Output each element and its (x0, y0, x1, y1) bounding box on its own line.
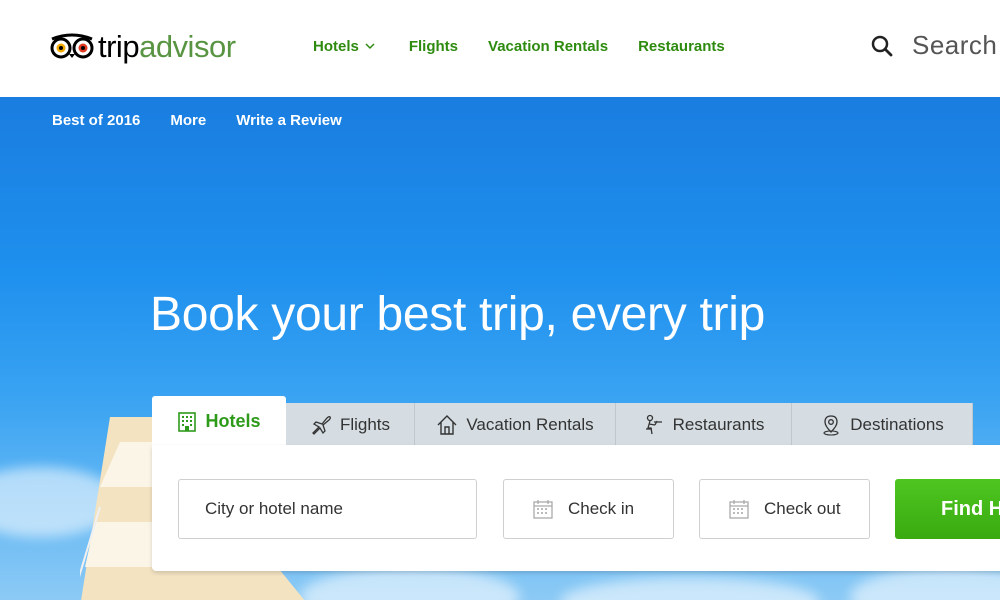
nav-vacation-rentals[interactable]: Vacation Rentals (488, 38, 608, 55)
nav-hotels-label: Hotels (313, 38, 359, 55)
header-search[interactable]: Search (870, 30, 997, 61)
tab-flights-label: Flights (339, 415, 391, 434)
booking-panel: City or hotel name Check in Check out Fi… (152, 445, 1000, 571)
checkout-placeholder: Check out (764, 499, 841, 518)
restaurant-waiter-icon (643, 414, 665, 436)
logo-wordmark: tripadvisor (98, 31, 236, 62)
tripadvisor-logo[interactable]: tripadvisor (50, 26, 236, 66)
hero-headline: Book your best trip, every trip (150, 288, 765, 341)
owl-eyes-icon (50, 33, 94, 59)
airplane-icon (310, 414, 332, 436)
city-input-placeholder: City or hotel name (205, 499, 343, 518)
search-icon (871, 35, 893, 56)
find-hotels-button[interactable]: Find H (895, 479, 1000, 539)
chevron-down-icon (365, 43, 375, 50)
tab-vacation-rentals[interactable]: Vacation Rentals (415, 403, 616, 447)
checkin-field[interactable]: Check in (503, 479, 674, 539)
main-nav: Hotels Flights Vacation Rentals Restaura… (313, 38, 725, 55)
search-label: Search (912, 30, 998, 60)
subnav-write-review[interactable]: Write a Review (236, 112, 342, 129)
checkout-field[interactable]: Check out (699, 479, 870, 539)
house-icon (436, 414, 458, 436)
sub-nav: Best of 2016 More Write a Review (52, 112, 342, 129)
hotel-building-icon (177, 411, 197, 432)
top-header: tripadvisor Hotels Flights Vacation Rent… (0, 0, 1000, 97)
tab-restaurants-label: Restaurants (672, 415, 765, 434)
nav-flights[interactable]: Flights (409, 38, 458, 55)
cloud-decoration (560, 577, 820, 600)
tab-restaurants[interactable]: Restaurants (616, 403, 792, 447)
tab-destinations-label: Destinations (850, 415, 944, 434)
nav-hotels[interactable]: Hotels (313, 38, 375, 55)
calendar-icon (532, 498, 554, 520)
checkin-placeholder: Check in (568, 499, 635, 518)
booking-tabs: Hotels Flights Vacation Rentals Restaura… (152, 396, 973, 447)
subnav-more[interactable]: More (170, 112, 206, 129)
hero-banner: Best of 2016 More Write a Review Book yo… (0, 97, 1000, 600)
tab-vacation-rentals-label: Vacation Rentals (466, 415, 594, 434)
tab-destinations[interactable]: Destinations (792, 403, 973, 447)
tab-hotels[interactable]: Hotels (152, 396, 286, 447)
map-pin-icon (820, 414, 842, 436)
city-input[interactable]: City or hotel name (178, 479, 477, 539)
cloud-decoration (300, 567, 520, 600)
logo-text-advisor: advisor (139, 28, 236, 64)
subnav-best-of-2016[interactable]: Best of 2016 (52, 112, 140, 129)
logo-text-trip: trip (98, 28, 140, 64)
calendar-icon (728, 498, 750, 520)
tab-flights[interactable]: Flights (286, 403, 415, 447)
tab-hotels-label: Hotels (205, 411, 261, 431)
nav-restaurants[interactable]: Restaurants (638, 38, 725, 55)
cloud-decoration (850, 567, 1000, 600)
